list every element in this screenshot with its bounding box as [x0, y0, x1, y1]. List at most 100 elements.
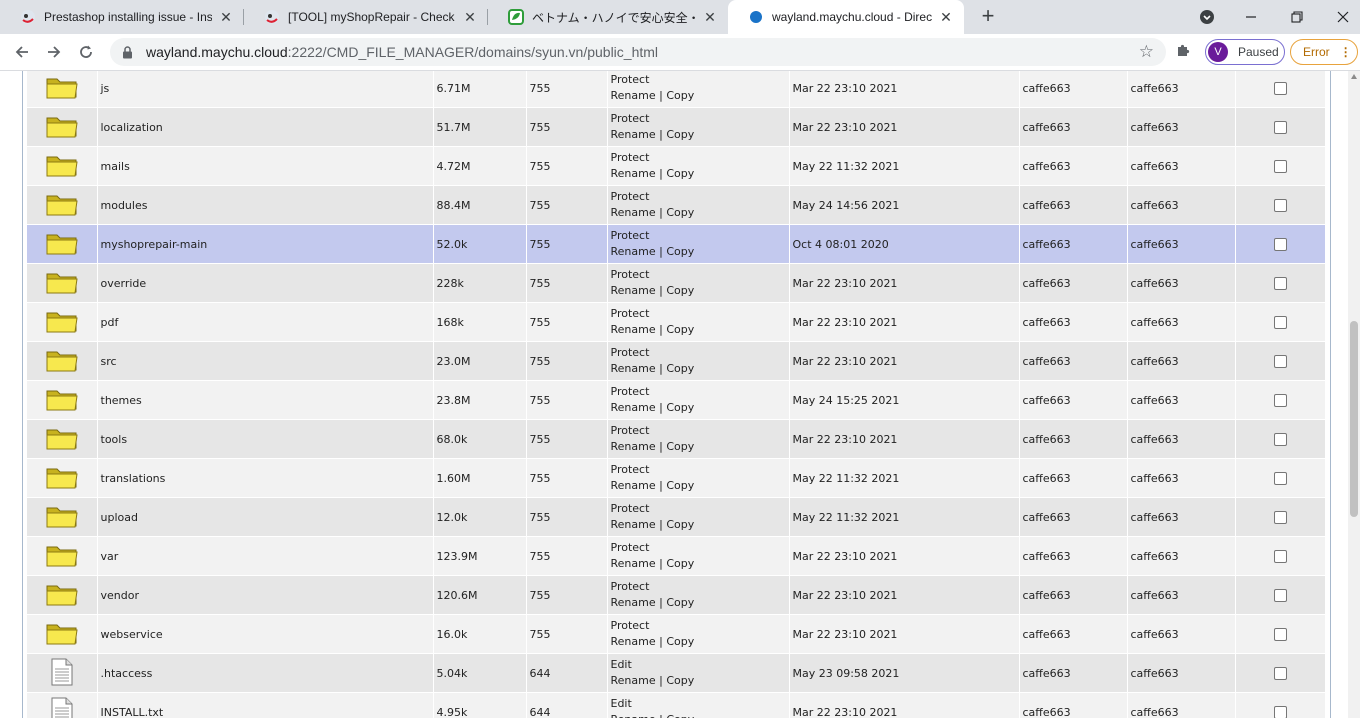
rename-link[interactable]: Rename [611, 323, 656, 336]
file-name-link[interactable]: js [97, 71, 434, 108]
table-row[interactable]: myshoprepair-main 52.0k 755 Protect Rename |… [27, 224, 1326, 264]
file-permissions-link[interactable]: 755 [526, 536, 608, 576]
rename-link[interactable]: Rename [611, 440, 656, 453]
select-checkbox[interactable] [1273, 237, 1287, 251]
copy-link[interactable]: Copy [666, 674, 694, 687]
file-name-link[interactable]: themes [97, 380, 434, 420]
folder-icon[interactable] [27, 575, 98, 615]
scrollbar-thumb[interactable] [1350, 321, 1358, 517]
table-row[interactable]: INSTALL.txt4.95k644Edit Rename | Copy Mar … [27, 692, 1326, 718]
file-name-link[interactable]: override [97, 263, 434, 303]
file-name-link[interactable]: upload [97, 497, 434, 537]
tab-directadmin[interactable]: wayland.maychu.cloud - DirectAd ✕ [728, 0, 964, 34]
protect-link[interactable]: Protect [611, 619, 650, 632]
file-name-link[interactable]: webservice [97, 614, 434, 654]
table-row[interactable]: src 23.0M 755 Protect Rename | Copy Mar 22 23… [27, 341, 1326, 381]
file-permissions-link[interactable]: 755 [526, 302, 608, 342]
select-checkbox[interactable] [1273, 120, 1287, 134]
protect-link[interactable]: Protect [611, 385, 650, 398]
copy-link[interactable]: Copy [666, 206, 694, 219]
table-row[interactable]: localization 51.7M 755 Protect Rename | Copy… [27, 107, 1326, 147]
close-window-button[interactable] [1320, 0, 1360, 34]
file-name-link[interactable]: src [97, 341, 434, 381]
rename-link[interactable]: Rename [611, 596, 656, 609]
file-name-link[interactable]: var [97, 536, 434, 576]
tab-vietnam-vegetables[interactable]: ベトナム・ハノイで安心安全・旬の野菜 ✕ [488, 0, 728, 34]
tab-prestashop-installing[interactable]: Prestashop installing issue - Insta ✕ [0, 0, 244, 34]
copy-link[interactable]: Copy [666, 362, 694, 375]
copy-link[interactable]: Copy [666, 596, 694, 609]
copy-link[interactable]: Copy [666, 89, 694, 102]
table-row[interactable]: modules 88.4M 755 Protect Rename | Copy May 2… [27, 185, 1326, 225]
page-scrollbar[interactable] [1348, 71, 1360, 718]
new-tab-button[interactable]: + [976, 4, 1000, 28]
folder-icon[interactable] [27, 341, 98, 381]
folder-icon[interactable] [27, 614, 98, 654]
select-checkbox-cell[interactable] [1235, 380, 1326, 420]
select-checkbox[interactable] [1273, 549, 1287, 563]
address-bar[interactable]: wayland.maychu.cloud:2222/CMD_FILE_MANAG… [110, 38, 1166, 66]
table-row[interactable]: themes 23.8M 755 Protect Rename | Copy May 24… [27, 380, 1326, 420]
file-permissions-link[interactable]: 755 [526, 497, 608, 537]
file-permissions-link[interactable]: 755 [526, 458, 608, 498]
table-row[interactable]: mails 4.72M 755 Protect Rename | Copy May 22 … [27, 146, 1326, 186]
file-name-link[interactable]: translations [97, 458, 434, 498]
protect-link[interactable]: Protect [611, 502, 650, 515]
close-icon[interactable]: ✕ [702, 9, 718, 26]
table-row[interactable]: upload 12.0k 755 Protect Rename | Copy May 22… [27, 497, 1326, 537]
rename-link[interactable]: Rename [611, 128, 656, 141]
reload-button[interactable] [72, 38, 100, 66]
file-name-link[interactable]: myshoprepair-main [97, 224, 434, 264]
rename-link[interactable]: Rename [611, 674, 656, 687]
restore-button[interactable] [1274, 0, 1320, 34]
file-permissions-link[interactable]: 755 [526, 419, 608, 459]
select-checkbox-cell[interactable] [1235, 458, 1326, 498]
select-checkbox[interactable] [1273, 510, 1287, 524]
protect-link[interactable]: Protect [611, 346, 650, 359]
scroll-up-arrow-icon[interactable] [1351, 74, 1357, 79]
folder-icon[interactable] [27, 263, 98, 303]
close-icon[interactable]: ✕ [218, 9, 234, 26]
table-row[interactable]: webservice 16.0k 755 Protect Rename | Copy Ma… [27, 614, 1326, 654]
copy-link[interactable]: Copy [666, 635, 694, 648]
select-checkbox[interactable] [1273, 198, 1287, 212]
file-permissions-link[interactable]: 644 [526, 692, 608, 718]
copy-link[interactable]: Copy [666, 401, 694, 414]
table-row[interactable]: .htaccess 5.04k 644 Edit Rename | Copy May 23… [27, 653, 1326, 693]
protect-link[interactable]: Protect [611, 73, 650, 86]
rename-link[interactable]: Rename [611, 479, 656, 492]
file-name-link[interactable]: mails [97, 146, 434, 186]
folder-icon[interactable] [27, 185, 98, 225]
file-permissions-link[interactable]: 755 [526, 341, 608, 381]
protect-link[interactable]: Protect [611, 580, 650, 593]
rename-link[interactable]: Rename [611, 284, 656, 297]
table-row[interactable]: js 6.71M 755 Protect Rename | Copy Mar 22 23:… [27, 71, 1326, 108]
select-checkbox-cell[interactable] [1235, 107, 1326, 147]
file-permissions-link[interactable]: 755 [526, 185, 608, 225]
rename-link[interactable]: Rename [611, 206, 656, 219]
select-checkbox-cell[interactable] [1235, 497, 1326, 537]
rename-link[interactable]: Rename [611, 362, 656, 375]
file-permissions-link[interactable]: 755 [526, 380, 608, 420]
protect-link[interactable]: Protect [611, 229, 650, 242]
select-checkbox-cell[interactable] [1235, 263, 1326, 303]
protect-link[interactable]: Protect [611, 190, 650, 203]
folder-icon[interactable] [27, 497, 98, 537]
select-checkbox[interactable] [1273, 432, 1287, 446]
rename-link[interactable]: Rename [611, 713, 656, 718]
rename-link[interactable]: Rename [611, 518, 656, 531]
select-checkbox[interactable] [1273, 354, 1287, 368]
rename-link[interactable]: Rename [611, 635, 656, 648]
select-checkbox-cell[interactable] [1235, 653, 1326, 693]
select-checkbox[interactable] [1273, 666, 1287, 680]
select-checkbox-cell[interactable] [1235, 71, 1326, 108]
copy-link[interactable]: Copy [666, 713, 694, 718]
copy-link[interactable]: Copy [666, 284, 694, 297]
rename-link[interactable]: Rename [611, 89, 656, 102]
file-permissions-link[interactable]: 755 [526, 575, 608, 615]
folder-icon[interactable] [27, 536, 98, 576]
select-checkbox-cell[interactable] [1235, 341, 1326, 381]
select-checkbox-cell[interactable] [1235, 692, 1326, 718]
table-row[interactable]: var 123.9M 755 Protect Rename | Copy Mar 22 2… [27, 536, 1326, 576]
protect-link[interactable]: Protect [611, 112, 650, 125]
